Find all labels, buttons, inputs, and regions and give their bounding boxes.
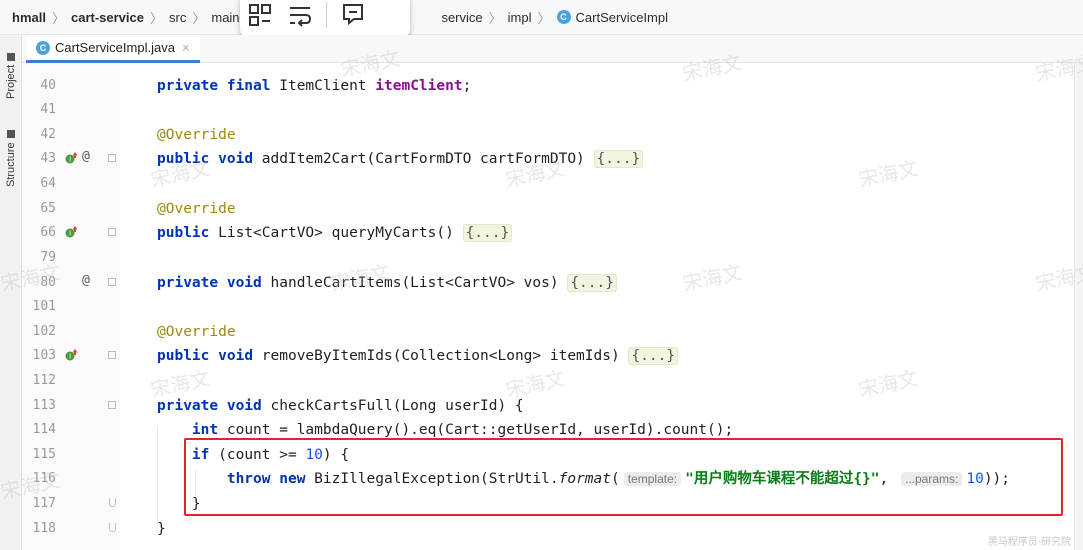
code-line: 103 I public void removeByItemIds(Collec… — [22, 344, 1072, 368]
override-icon[interactable]: @ — [82, 273, 90, 288]
code-text[interactable]: private void handleCartItems(List<CartVO… — [157, 271, 617, 295]
line-number: 117 — [32, 496, 56, 511]
code-line: 40 private final ItemClient itemClient; — [22, 74, 1072, 98]
code-line: 102 @Override — [22, 320, 1072, 344]
code-line: 101 — [22, 295, 1072, 319]
class-icon: C — [36, 40, 50, 55]
code-line: 65 @Override — [22, 197, 1072, 221]
line-number: 79 — [40, 250, 56, 265]
line-number: 114 — [32, 422, 56, 437]
grid-icon — [249, 3, 271, 26]
code-text[interactable]: @Override — [157, 123, 236, 147]
toolbar-divider — [326, 1, 327, 28]
implements-method-icon[interactable]: I — [64, 225, 78, 239]
tab-cartserviceimpl[interactable]: C CartServiceImpl.java × — [26, 35, 200, 63]
code-line: 64 — [22, 172, 1072, 196]
fold-icon[interactable] — [108, 401, 116, 409]
code-line: 113 private void checkCartsFull(Long use… — [22, 394, 1072, 418]
tool-window-strip: Project Structure — [0, 35, 22, 550]
wrap-button[interactable] — [280, 0, 320, 35]
code-text[interactable]: public void addItem2Cart(CartFormDTO car… — [157, 147, 644, 171]
line-number: 43 — [40, 151, 56, 166]
fold-icon[interactable] — [108, 351, 116, 359]
line-number: 115 — [32, 447, 56, 462]
line-number: 116 — [32, 471, 56, 486]
code-text[interactable]: } — [157, 517, 166, 541]
implements-method-icon[interactable]: I — [64, 348, 78, 362]
chevron-right-icon: 〉 — [149, 10, 163, 26]
breadcrumb-hmall[interactable]: hmall — [12, 10, 46, 25]
code-line: 42 @Override — [22, 123, 1072, 147]
corner-watermark: 黑马程序员·研究院 — [987, 537, 1071, 548]
breadcrumb-class[interactable]: CartServiceImpl — [576, 10, 668, 25]
class-icon: C — [556, 10, 571, 24]
fold-icon[interactable] — [108, 228, 116, 236]
vertical-scrollbar[interactable] — [1074, 63, 1083, 550]
code-line: 79 — [22, 246, 1072, 270]
breadcrumb-src[interactable]: src — [169, 10, 186, 25]
svg-text:I: I — [69, 230, 71, 238]
breadcrumb-main[interactable]: main — [211, 10, 239, 25]
fold-end-icon[interactable] — [109, 498, 116, 507]
code-line: 80 @ private void handleCartItems(List<C… — [22, 271, 1072, 295]
highlight-box — [184, 438, 1063, 516]
code-text[interactable]: private void checkCartsFull(Long userId)… — [157, 394, 524, 418]
floating-toolbar — [240, 0, 410, 37]
breadcrumb: hmall 〉 cart-service 〉 src 〉 main 〉 j se… — [0, 0, 1083, 35]
code-line: 112 — [22, 369, 1072, 393]
chevron-right-icon: 〉 — [192, 10, 206, 26]
fold-end-icon[interactable] — [109, 523, 116, 532]
chevron-right-icon: 〉 — [537, 10, 551, 26]
grid-select-button[interactable] — [240, 0, 280, 35]
line-number: 80 — [40, 275, 56, 290]
code-text[interactable]: public List<CartVO> queryMyCarts() {...} — [157, 221, 513, 245]
breadcrumb-service[interactable]: service — [441, 10, 482, 25]
fold-icon[interactable] — [108, 154, 116, 162]
comment-button[interactable] — [333, 0, 373, 35]
breadcrumb-impl[interactable]: impl — [508, 10, 532, 25]
code-line: 43 I @ public void addItem2Cart(CartForm… — [22, 147, 1072, 171]
line-number: 42 — [40, 127, 56, 142]
fold-icon[interactable] — [108, 278, 116, 286]
code-line: 118 } — [22, 517, 1072, 541]
svg-text:I: I — [69, 353, 71, 361]
tab-label: CartServiceImpl.java — [55, 40, 175, 55]
close-icon[interactable]: × — [182, 40, 190, 55]
override-icon[interactable]: @ — [82, 149, 90, 164]
line-number: 102 — [32, 324, 56, 339]
structure-icon — [7, 130, 15, 139]
breadcrumb-cart-service[interactable]: cart-service — [71, 10, 144, 25]
code-text[interactable]: private final ItemClient itemClient; — [157, 74, 471, 98]
structure-label: Structure — [5, 142, 17, 187]
line-number: 118 — [32, 521, 56, 536]
code-text[interactable]: @Override — [157, 320, 236, 344]
code-line: 66 I public List<CartVO> queryMyCarts() … — [22, 221, 1072, 245]
chevron-right-icon: 〉 — [51, 10, 65, 26]
chevron-right-icon: 〉 — [488, 10, 502, 26]
code-text[interactable]: @Override — [157, 197, 236, 221]
folder-icon — [7, 52, 15, 61]
text-wrap-icon — [290, 6, 312, 27]
project-label: Project — [5, 64, 17, 99]
implements-method-icon[interactable]: I — [64, 151, 78, 165]
line-number: 66 — [40, 225, 56, 240]
structure-tool-button[interactable]: Structure — [2, 121, 20, 187]
line-number: 112 — [32, 373, 56, 388]
line-number: 101 — [32, 299, 56, 314]
project-tool-button[interactable]: Project — [2, 43, 20, 99]
line-number: 103 — [32, 348, 56, 363]
comment-icon — [343, 3, 363, 25]
code-text[interactable]: public void removeByItemIds(Collection<L… — [157, 344, 679, 368]
line-number: 65 — [40, 201, 56, 216]
line-number: 41 — [40, 102, 56, 117]
svg-text:I: I — [69, 156, 71, 164]
code-line: 41 — [22, 98, 1072, 122]
editor-tab-bar: C CartServiceImpl.java × — [22, 35, 1083, 63]
line-number: 40 — [40, 78, 56, 93]
line-number: 64 — [40, 176, 56, 191]
line-number: 113 — [32, 398, 56, 413]
